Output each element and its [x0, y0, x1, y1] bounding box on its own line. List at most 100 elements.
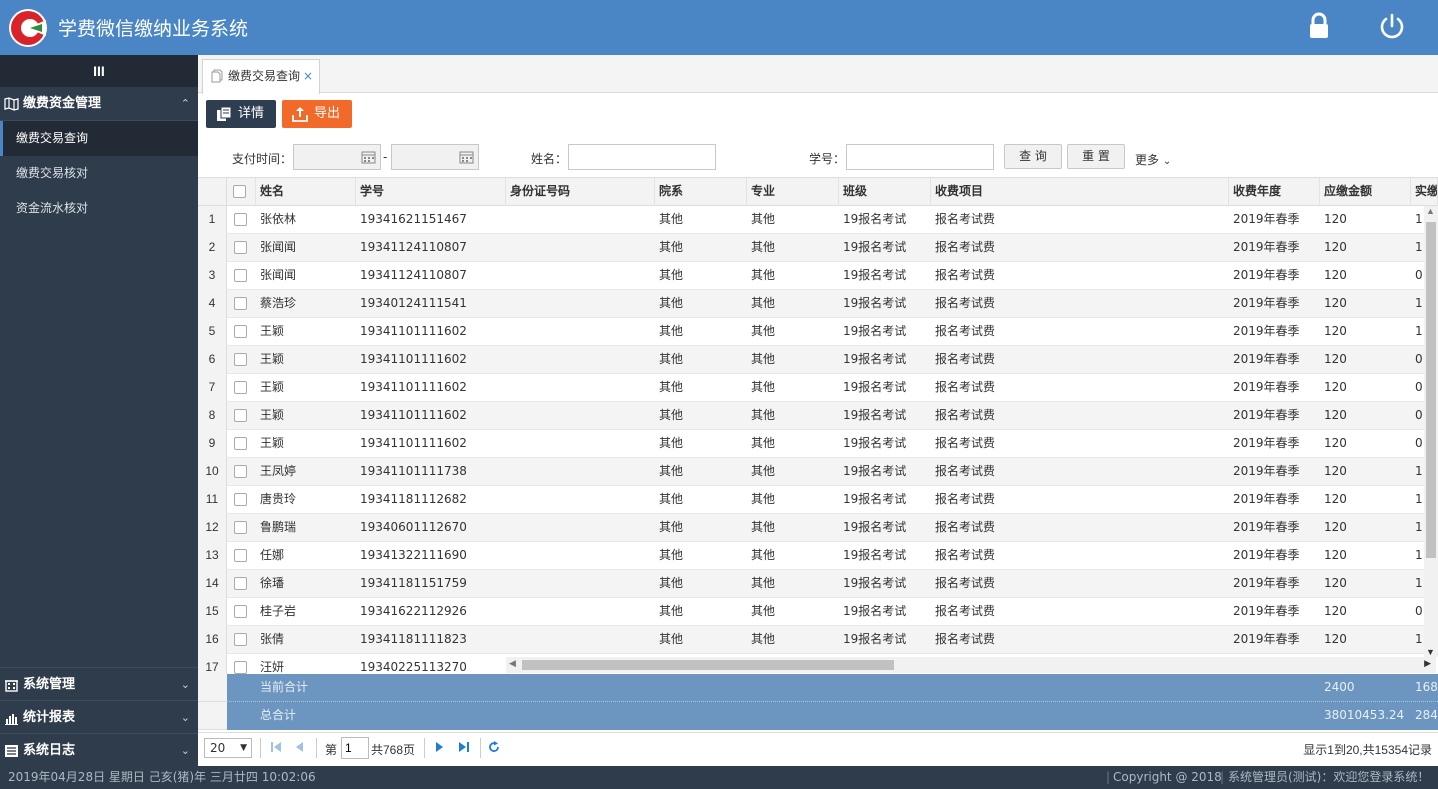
- row-checkbox[interactable]: [234, 325, 247, 338]
- more-filters-link[interactable]: 更多 ⌄: [1135, 151, 1171, 168]
- row-checkbox[interactable]: [234, 409, 247, 422]
- column-header[interactable]: 实缴: [1411, 178, 1438, 206]
- column-header[interactable]: 专业: [747, 178, 839, 206]
- row-checkbox[interactable]: [234, 297, 247, 310]
- row-checkbox[interactable]: [234, 661, 247, 674]
- row-number: 14: [198, 570, 227, 598]
- cell-name: 鲁鹏瑞: [260, 520, 297, 534]
- lock-icon[interactable]: [1306, 12, 1332, 40]
- table-row[interactable]: 7 王颖 19341101111602 其他 其他 19报名考试 报名考试费 2019年春季 1…: [198, 374, 1438, 402]
- horizontal-scroll-thumb[interactable]: [522, 660, 894, 670]
- row-number: 17: [198, 654, 227, 674]
- cell-id: [506, 262, 655, 290]
- menu-group-system-management[interactable]: 系统管理 ⌄: [0, 667, 198, 700]
- cell-major: 其他: [751, 548, 776, 562]
- cell-id: [506, 514, 655, 542]
- table-row[interactable]: 11 唐贵玲 19341181112682 其他 其他 19报名考试 报名考试费 2019年春…: [198, 486, 1438, 514]
- row-checkbox[interactable]: [234, 493, 247, 506]
- cell-name: 张依林: [260, 212, 297, 226]
- row-checkbox[interactable]: [234, 381, 247, 394]
- row-checkbox[interactable]: [234, 269, 247, 282]
- row-checkbox[interactable]: [234, 437, 247, 450]
- table-row[interactable]: 3 张闻闻 19341124110807 其他 其他 19报名考试 报名考试费 2019年春季…: [198, 262, 1438, 290]
- cell-item: 报名考试费: [935, 576, 996, 590]
- table-row[interactable]: 14 徐璠 19341181151759 其他 其他 19报名考试 报名考试费 2019年春季…: [198, 570, 1438, 598]
- reset-button[interactable]: 重 置: [1067, 144, 1125, 169]
- row-checkbox[interactable]: [234, 577, 247, 590]
- page-size-select[interactable]: 20 ▼: [204, 738, 252, 758]
- detail-button[interactable]: 详情: [206, 100, 276, 128]
- next-page-icon[interactable]: [433, 741, 445, 753]
- calendar-icon[interactable]: [459, 150, 474, 164]
- cell-name: 桂子岩: [260, 604, 297, 618]
- calendar-icon[interactable]: [361, 150, 376, 164]
- tab-payment-query[interactable]: 缴费交易查询 ×: [202, 59, 320, 94]
- row-checkbox[interactable]: [234, 633, 247, 646]
- query-button[interactable]: 查 询: [1004, 144, 1062, 169]
- table-row[interactable]: 6 王颖 19341101111602 其他 其他 19报名考试 报名考试费 2019年春季 1…: [198, 346, 1438, 374]
- row-checkbox[interactable]: [234, 521, 247, 534]
- pager-separator: [424, 738, 425, 758]
- column-header[interactable]: 收费项目: [931, 178, 1229, 206]
- menu-group-system-log[interactable]: 系统日志 ⌄: [0, 733, 198, 766]
- scroll-up-icon[interactable]: ▲: [1426, 206, 1435, 216]
- power-icon[interactable]: [1378, 12, 1406, 40]
- vertical-scrollbar[interactable]: ▲ ▼: [1424, 206, 1438, 657]
- page-number-input[interactable]: [341, 737, 369, 759]
- table-row[interactable]: 9 王颖 19341101111602 其他 其他 19报名考试 报名考试费 2019年春季 1…: [198, 430, 1438, 458]
- scroll-down-icon[interactable]: ▼: [1426, 647, 1435, 657]
- column-header[interactable]: 身份证号码: [506, 178, 655, 206]
- table-row[interactable]: 10 王凤婷 19341101111738 其他 其他 19报名考试 报名考试费 2019年春…: [198, 458, 1438, 486]
- scroll-right-icon[interactable]: ▶: [1424, 658, 1431, 669]
- table-row[interactable]: 16 张倩 19341181111823 其他 其他 19报名考试 报名考试费 2019年春季…: [198, 626, 1438, 654]
- row-checkbox[interactable]: [234, 213, 247, 226]
- sidebar: III 缴费资金管理 ⌃ 缴费交易查询 缴费交易核对 资金流水核对 系统管理 ⌄: [0, 55, 198, 766]
- start-date-input[interactable]: [293, 144, 381, 170]
- table-row[interactable]: 5 王颖 19341101111602 其他 其他 19报名考试 报名考试费 2019年春季 1…: [198, 318, 1438, 346]
- grand-total-due: 38010453.24: [1324, 708, 1405, 722]
- table-row[interactable]: 2 张闻闻 19341124110807 其他 其他 19报名考试 报名考试费 2019年春季…: [198, 234, 1438, 262]
- cell-dept: 其他: [659, 268, 684, 282]
- sidebar-item-payment-query[interactable]: 缴费交易查询: [0, 121, 198, 156]
- horizontal-scrollbar[interactable]: ◀ ▶: [506, 657, 1436, 673]
- table-row[interactable]: 4 蔡浩珍 19340124111541 其他 其他 19报名考试 报名考试费 2019年春季…: [198, 290, 1438, 318]
- table-row[interactable]: 13 任娜 19341322111690 其他 其他 19报名考试 报名考试费 2019年春季…: [198, 542, 1438, 570]
- end-date-input[interactable]: [391, 144, 479, 170]
- table-row[interactable]: 12 鲁鹏瑞 19340601112670 其他 其他 19报名考试 报名考试费 2019年春…: [198, 514, 1438, 542]
- sidebar-item-fund-flow-check[interactable]: 资金流水核对: [0, 191, 198, 226]
- table-row[interactable]: 15 桂子岩 19341622112926 其他 其他 19报名考试 报名考试费 2019年春…: [198, 598, 1438, 626]
- column-header[interactable]: 学号: [356, 178, 506, 206]
- column-header[interactable]: 班级: [839, 178, 931, 206]
- export-button[interactable]: 导出: [282, 100, 352, 128]
- table-row[interactable]: 1 张依林 19341621151467 其他 其他 19报名考试 报名考试费 2019年春季…: [198, 206, 1438, 234]
- sidebar-item-payment-check[interactable]: 缴费交易核对: [0, 156, 198, 191]
- scroll-left-icon[interactable]: ◀: [509, 658, 516, 669]
- cell-paid: 1: [1415, 212, 1423, 226]
- student-no-input[interactable]: [846, 144, 994, 170]
- name-input[interactable]: [568, 144, 716, 170]
- vertical-scroll-thumb[interactable]: [1426, 222, 1436, 558]
- cell-name: 汪妍: [260, 660, 285, 674]
- row-checkbox[interactable]: [234, 605, 247, 618]
- first-page-icon[interactable]: [270, 741, 282, 753]
- row-checkbox[interactable]: [234, 353, 247, 366]
- cell-name: 王颖: [260, 408, 285, 422]
- cell-major: 其他: [751, 464, 776, 478]
- row-checkbox[interactable]: [234, 549, 247, 562]
- table-row[interactable]: 8 王颖 19341101111602 其他 其他 19报名考试 报名考试费 2019年春季 1…: [198, 402, 1438, 430]
- close-icon[interactable]: ×: [303, 60, 313, 92]
- cell-item: 报名考试费: [935, 408, 996, 422]
- menu-group-statistics[interactable]: 统计报表 ⌄: [0, 700, 198, 733]
- select-all-checkbox[interactable]: [233, 185, 246, 198]
- row-checkbox[interactable]: [234, 465, 247, 478]
- column-header[interactable]: 姓名: [256, 178, 356, 206]
- previous-page-icon[interactable]: [294, 741, 306, 753]
- last-page-icon[interactable]: [458, 741, 470, 753]
- menu-group-fund-management[interactable]: 缴费资金管理 ⌃: [0, 87, 198, 121]
- column-header[interactable]: 收费年度: [1229, 178, 1320, 206]
- row-checkbox[interactable]: [234, 241, 247, 254]
- column-header[interactable]: 应缴金额: [1320, 178, 1411, 206]
- column-header[interactable]: 院系: [655, 178, 747, 206]
- refresh-icon[interactable]: [488, 741, 500, 753]
- sidebar-toggle-button[interactable]: III: [0, 55, 198, 87]
